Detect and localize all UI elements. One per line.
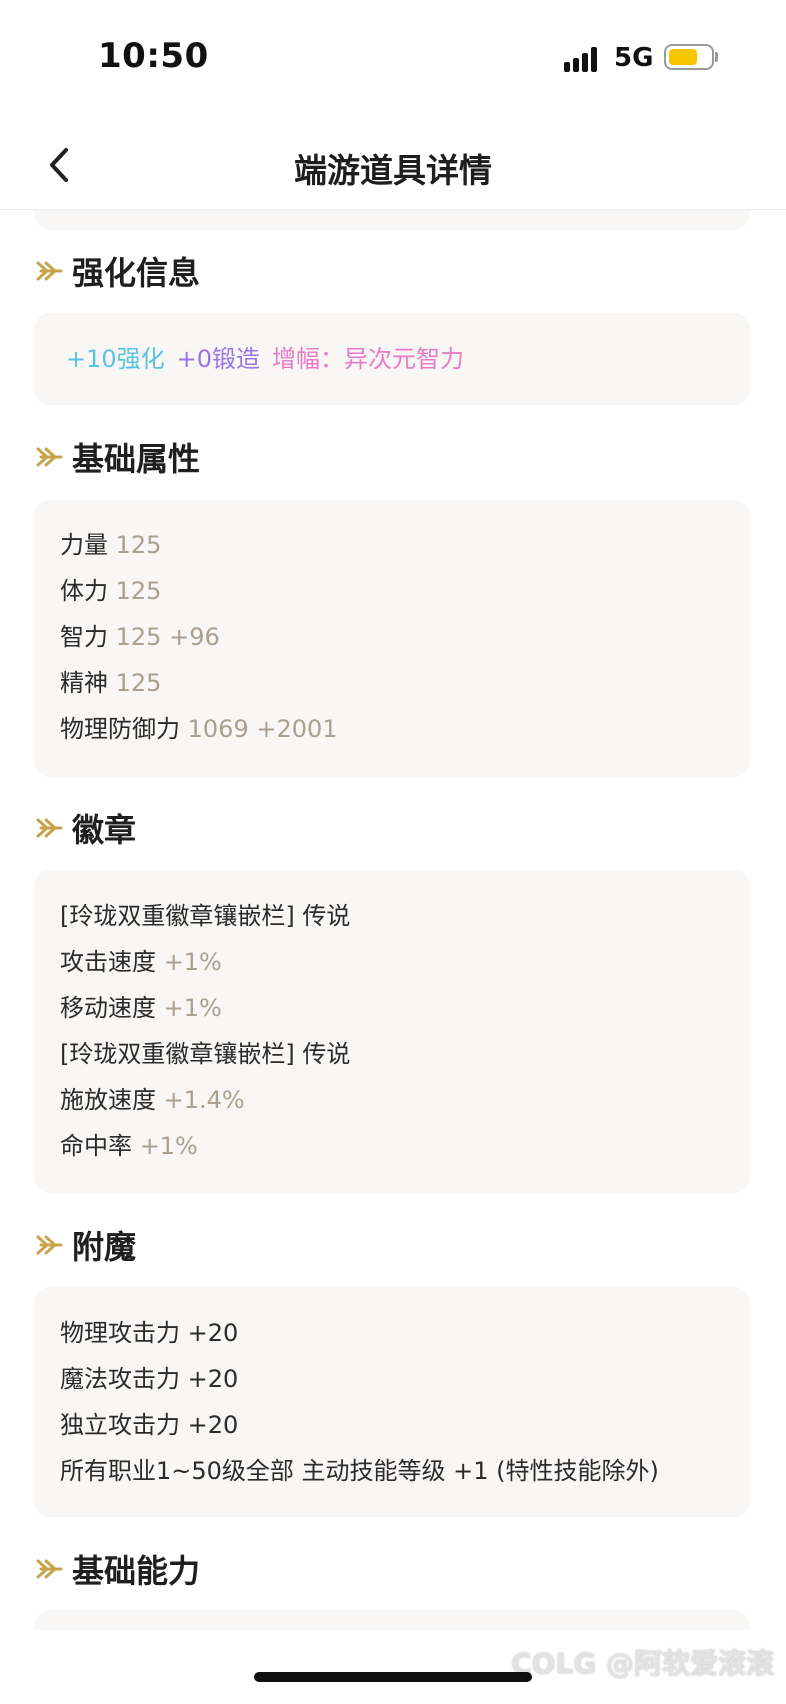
status-bar: 10:50 5G bbox=[0, 0, 786, 118]
enchant-row: 独立攻击力 +20 bbox=[60, 1411, 239, 1439]
enchant-card: 物理攻击力 +20 魔法攻击力 +20 独立攻击力 +20 所有职业1~50级全… bbox=[34, 1287, 750, 1517]
forge-level: +0锻造 bbox=[176, 345, 261, 373]
emblem-row: [玲珑双重徽章镶嵌栏] 传说 bbox=[60, 902, 351, 930]
emblem-row: [玲珑双重徽章镶嵌栏] 传说 bbox=[60, 1040, 351, 1068]
attr-row: 精神 125 bbox=[60, 669, 162, 697]
enchant-row: 魔法攻击力 +20 bbox=[60, 1365, 239, 1393]
base-ability-card bbox=[34, 1610, 750, 1630]
emblem-row: 命中率 +1% bbox=[60, 1132, 198, 1160]
attr-row: 物理防御力 1069 +2001 bbox=[60, 715, 338, 743]
attr-row: 体力 125 bbox=[60, 577, 162, 605]
section-title: 附魔 bbox=[72, 1228, 137, 1266]
enhance-card: +10强化 +0锻造 增幅：异次元智力 bbox=[34, 313, 750, 405]
arrow-right-icon bbox=[36, 818, 63, 838]
section-title: 基础能力 bbox=[72, 1552, 201, 1590]
arrow-right-icon bbox=[36, 1235, 63, 1255]
refine-level: +10强化 bbox=[66, 345, 165, 373]
nav-bar: 端游道具详情 bbox=[0, 118, 786, 210]
base-attrs-card: 力量 125 体力 125 智力 125 +96 精神 125 物理防御力 10… bbox=[34, 500, 750, 777]
section-title: 基础属性 bbox=[72, 440, 201, 478]
section-title: 徽章 bbox=[72, 811, 137, 849]
network-label: 5G bbox=[614, 43, 654, 73]
previous-card bbox=[34, 210, 750, 230]
status-time: 10:50 bbox=[98, 36, 209, 76]
emblem-row: 施放速度 +1.4% bbox=[60, 1086, 245, 1114]
arrow-right-icon bbox=[36, 447, 63, 467]
amplify-info: 增幅：异次元智力 bbox=[272, 345, 465, 373]
section-header-enhance: 强化信息 bbox=[34, 246, 200, 296]
arrow-right-icon bbox=[36, 1559, 63, 1579]
detail-content[interactable]: 强化信息 +10强化 +0锻造 增幅：异次元智力 基础属性 力量 125 体力 12… bbox=[0, 210, 786, 1630]
attr-row: 力量 125 bbox=[60, 531, 162, 559]
page-title: 端游道具详情 bbox=[294, 151, 492, 190]
battery-icon bbox=[664, 44, 714, 70]
section-header-base-attrs: 基础属性 bbox=[34, 432, 200, 482]
section-header-enchant: 附魔 bbox=[34, 1220, 136, 1270]
enchant-row: 所有职业1~50级全部 主动技能等级 +1 (特性技能除外) bbox=[60, 1457, 659, 1485]
enchant-row: 物理攻击力 +20 bbox=[60, 1319, 239, 1347]
attr-row: 智力 125 +96 bbox=[60, 623, 220, 651]
arrow-right-icon bbox=[36, 261, 63, 281]
watermark: COLG @阿软爱滚滚 bbox=[511, 1647, 774, 1680]
emblem-row: 攻击速度 +1% bbox=[60, 948, 222, 976]
signal-icon bbox=[564, 46, 604, 72]
section-title: 强化信息 bbox=[72, 254, 201, 292]
home-indicator[interactable] bbox=[254, 1672, 532, 1682]
emblem-card: [玲珑双重徽章镶嵌栏] 传说 攻击速度 +1% 移动速度 +1% [玲珑双重徽章… bbox=[34, 870, 750, 1193]
emblem-row: 移动速度 +1% bbox=[60, 994, 222, 1022]
section-header-emblem: 徽章 bbox=[34, 803, 136, 853]
section-header-base-ability: 基础能力 bbox=[34, 1544, 200, 1594]
item-detail-page: 10:50 5G 端游道具详情 强化信息 +10强化 +0锻造 增幅：异次元智力… bbox=[0, 0, 786, 1704]
